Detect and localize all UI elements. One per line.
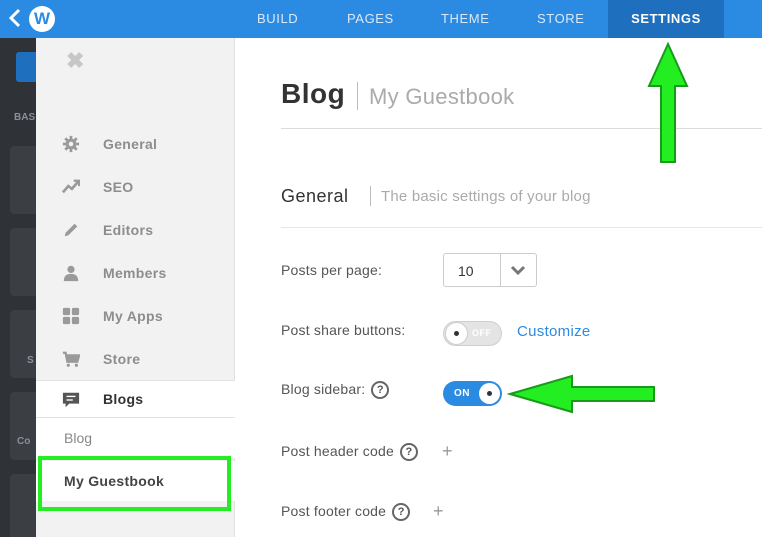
header-code-label: Post header code xyxy=(281,443,394,459)
back-button[interactable] xyxy=(6,8,24,30)
editor-block xyxy=(10,474,36,537)
sidebar-item-general[interactable]: General xyxy=(36,126,235,162)
customize-link[interactable]: Customize xyxy=(517,323,591,340)
page-title: Blog xyxy=(281,78,346,109)
blog-sidebar-toggle[interactable]: ON xyxy=(443,381,502,406)
sidebar-item-members[interactable]: Members xyxy=(36,255,235,291)
blog-sidebar-label: Blog sidebar: xyxy=(281,381,366,397)
toggle-state-text: ON xyxy=(454,388,470,399)
sidebar-item-store[interactable]: Store xyxy=(36,341,235,377)
weebly-logo[interactable]: W xyxy=(29,6,55,32)
page-subtitle: My Guestbook xyxy=(369,84,515,109)
sidebar-item-editors[interactable]: Editors xyxy=(36,212,235,248)
cart-icon xyxy=(62,351,80,367)
help-icon[interactable]: ? xyxy=(371,381,390,400)
blog-sidebar-row: Blog sidebar:? xyxy=(281,381,390,400)
add-footer-code-button[interactable]: + xyxy=(433,501,444,522)
comment-icon xyxy=(62,392,80,408)
annotation-highlight-box xyxy=(38,456,231,511)
pencil-icon xyxy=(64,223,78,237)
chevron-down-icon xyxy=(510,265,526,276)
tab-store[interactable]: STORE xyxy=(537,0,585,38)
editor-label: Co xyxy=(17,436,31,447)
posts-per-page-label: Posts per page: xyxy=(281,262,383,278)
sidebar-item-my-apps[interactable]: My Apps xyxy=(36,298,235,334)
editor-block xyxy=(10,228,36,296)
editor-block xyxy=(10,310,36,378)
tab-settings[interactable]: SETTINGS xyxy=(608,0,724,38)
sidebar-item-label: SEO xyxy=(103,179,134,195)
person-icon xyxy=(63,265,79,282)
editor-label: S xyxy=(27,355,34,366)
select-divider xyxy=(500,254,501,286)
tab-build[interactable]: BUILD xyxy=(257,0,298,38)
apps-grid-icon xyxy=(62,307,80,325)
sidebar-item-label: Blogs xyxy=(103,391,144,407)
sidebar-item-label: My Apps xyxy=(103,308,163,324)
sidebar-item-blogs[interactable]: Blogs xyxy=(36,380,235,418)
chevron-left-icon xyxy=(8,8,21,28)
sidebar-item-label: Members xyxy=(103,265,167,281)
share-buttons-label: Post share buttons: xyxy=(281,322,406,338)
tab-pages[interactable]: PAGES xyxy=(347,0,394,38)
share-buttons-toggle[interactable]: OFF xyxy=(443,321,502,346)
posts-per-page-select[interactable]: 10 xyxy=(443,253,537,287)
sidebar-item-label: General xyxy=(103,136,158,152)
footer-code-label: Post footer code xyxy=(281,503,387,519)
section-rule xyxy=(281,227,762,228)
editor-label: BAS xyxy=(14,112,36,123)
tab-theme[interactable]: THEME xyxy=(441,0,490,38)
toggle-state-text: OFF xyxy=(472,328,492,338)
help-icon[interactable]: ? xyxy=(392,503,411,522)
annotation-arrow-up-icon xyxy=(647,41,689,163)
posts-per-page-value: 10 xyxy=(458,263,474,279)
sidebar-item-seo[interactable]: SEO xyxy=(36,169,235,205)
sidebar-subitem-label: Blog xyxy=(64,430,93,446)
sidebar-item-label: Editors xyxy=(103,222,154,238)
sidebar-item-label: Store xyxy=(103,351,141,367)
footer-code-row: Post footer code? xyxy=(281,503,411,522)
title-divider xyxy=(357,82,358,110)
sidebar-subitem-blog[interactable]: Blog xyxy=(36,418,235,458)
top-nav-bar: W BUILD PAGES THEME STORE SETTINGS xyxy=(0,0,762,38)
section-divider xyxy=(370,186,371,206)
editor-block xyxy=(16,52,36,82)
toggle-knob xyxy=(445,322,468,345)
help-icon[interactable]: ? xyxy=(399,443,418,462)
header-code-row: Post header code? xyxy=(281,443,418,462)
trend-icon xyxy=(62,179,80,194)
annotation-arrow-left-icon xyxy=(506,374,655,414)
gear-icon xyxy=(62,135,80,153)
close-icon[interactable]: ✖ xyxy=(66,48,84,74)
section-description: The basic settings of your blog xyxy=(381,188,591,205)
section-title: General xyxy=(281,186,349,206)
add-header-code-button[interactable]: + xyxy=(442,441,453,462)
toggle-knob xyxy=(479,383,500,404)
editor-block xyxy=(10,146,36,214)
editor-background-strip: BAS S Co xyxy=(0,38,36,537)
editor-block xyxy=(10,392,36,460)
